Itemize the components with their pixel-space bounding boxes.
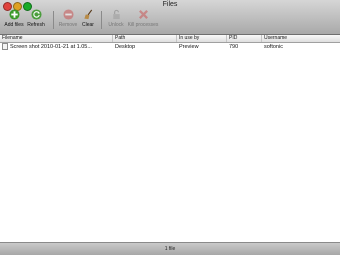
clear-label: Clear [82,22,94,28]
files-table: Filename Path In use by PID Username Scr… [0,35,340,51]
filename-cell: Screen shot 2010-01-21 at 1.05... [0,43,113,51]
kill-processes-label: Kill processes [127,22,159,28]
status-bar: 1 file [0,242,340,255]
filename-text: Screen shot 2010-01-21 at 1.05... [10,44,92,50]
kill-processes-button[interactable]: Kill processes [126,9,160,32]
window-title: Files [162,1,178,8]
column-header-filename[interactable]: Filename [0,35,113,42]
in-use-by-cell: Preview [179,44,199,50]
column-header-pid[interactable]: PID [227,35,262,42]
username-cell: softonic [264,44,283,50]
file-count: 1 file [164,246,176,252]
unlock-icon [112,9,120,20]
title-toolbar: Files Add files Refresh Remove Clear Unl… [0,0,340,35]
plus-icon [8,9,20,20]
pid-cell: 790 [229,44,239,50]
column-header-in-use-by[interactable]: In use by [177,35,227,42]
column-header-path[interactable]: Path [113,35,177,42]
refresh-label: Refresh [27,22,45,28]
column-header-username[interactable]: Username [262,35,340,42]
file-icon [2,43,8,51]
refresh-button[interactable]: Refresh [22,9,50,32]
table-row[interactable]: Screen shot 2010-01-21 at 1.05... Deskto… [0,43,340,51]
kill-icon [138,10,148,19]
add-files-label: Add files [4,22,24,28]
files-window: Files Add files Refresh Remove Clear Unl… [0,0,340,255]
broom-icon [83,9,92,20]
refresh-icon [30,9,42,20]
table-header: Filename Path In use by PID Username [0,35,340,43]
unlock-label: Unlock [108,22,124,28]
clear-button[interactable]: Clear [74,9,102,32]
path-cell: Desktop [115,44,136,50]
remove-icon [62,9,74,20]
